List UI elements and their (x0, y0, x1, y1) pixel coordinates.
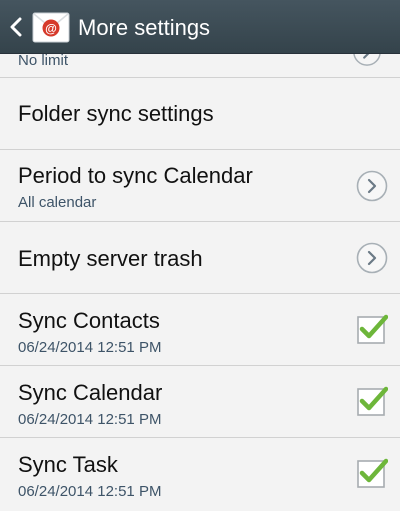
chevron-right-icon (356, 242, 388, 274)
list-item-sync-calendar[interactable]: Sync Calendar 06/24/2014 12:51 PM (0, 366, 400, 438)
list-item-period-to-sync-calendar[interactable]: Period to sync Calendar All calendar (0, 150, 400, 222)
checkmark-icon[interactable] (356, 311, 388, 345)
list-item-empty-server-trash[interactable]: Empty server trash (0, 222, 400, 294)
list-item-sync-contacts[interactable]: Sync Contacts 06/24/2014 12:51 PM (0, 294, 400, 366)
chevron-right-icon (356, 170, 388, 202)
row-title: Sync Calendar (18, 380, 163, 405)
action-bar: @ More settings (0, 0, 400, 54)
email-app-icon: @ (32, 12, 70, 43)
row-title: Sync Task (18, 452, 118, 477)
row-subtitle: All calendar (18, 194, 97, 211)
row-subtitle: No limit (18, 54, 69, 69)
row-title: Period to sync Calendar (18, 163, 253, 188)
row-timestamp: 06/24/2014 12:51 PM (18, 483, 162, 500)
list-item-no-limit[interactable]: No limit (0, 54, 400, 78)
back-button[interactable]: @ (0, 0, 76, 54)
list-item-folder-sync-settings[interactable]: Folder sync settings (0, 78, 400, 150)
row-title: Sync Contacts (18, 308, 160, 333)
row-title: Empty server trash (18, 246, 203, 271)
chevron-right-icon (353, 54, 381, 66)
app-icon-glyph: @ (45, 22, 57, 36)
list-item-sync-task[interactable]: Sync Task 06/24/2014 12:51 PM (0, 438, 400, 511)
page-title: More settings (78, 15, 211, 40)
checkmark-icon[interactable] (356, 455, 388, 489)
checkmark-icon[interactable] (356, 383, 388, 417)
row-timestamp: 06/24/2014 12:51 PM (18, 411, 162, 428)
back-arrow-icon (10, 17, 22, 37)
row-timestamp: 06/24/2014 12:51 PM (18, 339, 162, 356)
row-title: Folder sync settings (18, 101, 214, 126)
